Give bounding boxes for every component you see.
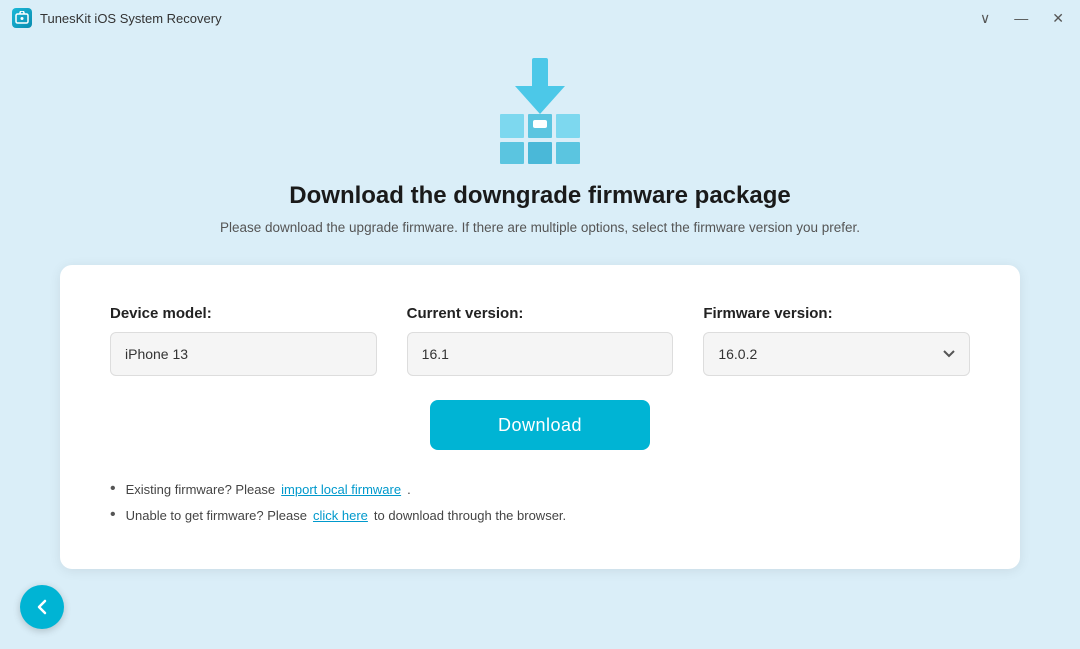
info-links: • Existing firmware? Please import local…	[110, 480, 970, 524]
minimize-button[interactable]: —	[1010, 8, 1032, 28]
current-version-input[interactable]	[407, 332, 674, 376]
bullet-1: •	[110, 480, 116, 498]
import-local-firmware-link[interactable]: import local firmware	[281, 482, 401, 497]
title-bar-controls: ∨ — ✕	[976, 8, 1068, 29]
close-button[interactable]: ✕	[1048, 8, 1068, 29]
bullet-2: •	[110, 506, 116, 524]
app-icon	[12, 8, 32, 28]
current-version-field: Current version:	[407, 305, 674, 376]
unable-to-get-text-after: to download through the browser.	[374, 508, 566, 523]
title-bar-left: TunesKit iOS System Recovery	[12, 8, 222, 28]
current-version-label: Current version:	[407, 305, 674, 322]
maximize-button[interactable]: ∨	[976, 8, 994, 29]
firmware-version-field: Firmware version: 16.0.2 16.0.1 16.0 15.…	[703, 305, 970, 376]
existing-firmware-text: Existing firmware? Please	[126, 482, 276, 497]
page-subheading: Please download the upgrade firmware. If…	[220, 220, 860, 235]
unable-to-get-row: • Unable to get firmware? Please click h…	[110, 506, 970, 524]
existing-firmware-text-after: .	[407, 482, 411, 497]
device-model-input[interactable]	[110, 332, 377, 376]
firmware-version-label: Firmware version:	[703, 305, 970, 322]
device-model-field: Device model:	[110, 305, 377, 376]
download-button[interactable]: Download	[430, 400, 650, 450]
firmware-icon-container	[495, 56, 585, 166]
app-title: TunesKit iOS System Recovery	[40, 11, 222, 26]
click-here-link[interactable]: click here	[313, 508, 368, 523]
device-model-label: Device model:	[110, 305, 377, 322]
form-card: Device model: Current version: Firmware …	[60, 265, 1020, 569]
page-heading: Download the downgrade firmware package	[289, 182, 790, 210]
back-button[interactable]	[20, 585, 64, 629]
existing-firmware-row: • Existing firmware? Please import local…	[110, 480, 970, 498]
firmware-version-select[interactable]: 16.0.2 16.0.1 16.0 15.7	[703, 332, 970, 376]
unable-to-get-text: Unable to get firmware? Please	[126, 508, 307, 523]
main-content: Download the downgrade firmware package …	[0, 36, 1080, 589]
download-btn-row: Download	[110, 400, 970, 450]
firmware-icon	[495, 56, 585, 166]
form-row: Device model: Current version: Firmware …	[110, 305, 970, 376]
title-bar: TunesKit iOS System Recovery ∨ — ✕	[0, 0, 1080, 36]
